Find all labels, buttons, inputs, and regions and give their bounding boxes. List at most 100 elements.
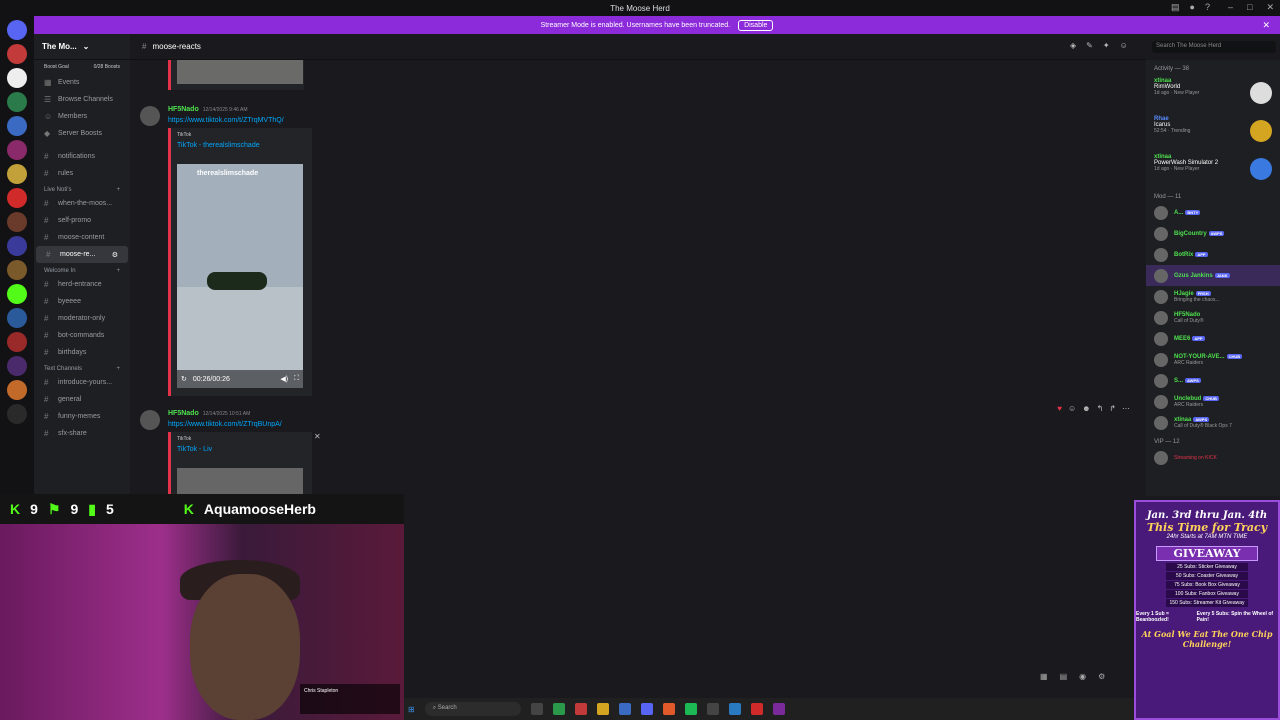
volume-icon[interactable]: ◀): [280, 375, 288, 383]
channel-item[interactable]: # sfx-share: [34, 425, 130, 442]
tray-icon[interactable]: ▤: [1060, 672, 1068, 681]
member-item[interactable]: NOT-YOUR-AVE... CHUB ARC Raiders: [1146, 349, 1280, 370]
gear-icon[interactable]: ⚙: [112, 251, 118, 259]
banner-close-icon[interactable]: ✕: [1262, 20, 1270, 31]
taskbar-app-icon[interactable]: [728, 703, 741, 715]
taskbar-search[interactable]: ⌕ Search: [424, 702, 521, 716]
message-author[interactable]: HF5Nado 12/14/2025 10:51 AM: [168, 410, 250, 417]
add-channel-icon[interactable]: +: [116, 187, 120, 193]
taskbar-app-icon[interactable]: [596, 703, 609, 715]
channel-item[interactable]: # byeeee: [34, 293, 130, 310]
author-name[interactable]: HF5Nado: [168, 410, 199, 417]
channel-notifications[interactable]: # notifications: [34, 148, 130, 165]
add-channel-icon[interactable]: +: [116, 366, 120, 372]
start-icon[interactable]: ⊞: [408, 705, 415, 714]
member-item[interactable]: BigCountry AWPS: [1146, 223, 1280, 244]
server-icon[interactable]: [7, 20, 27, 40]
server-icon[interactable]: [7, 44, 27, 64]
server-icon[interactable]: [7, 116, 27, 136]
member-item[interactable]: xtinaa AWPS Call of Duty® Black Ops 7: [1146, 412, 1280, 433]
message-link[interactable]: https://www.tiktok.com/t/ZTrqMVThQ/: [168, 117, 284, 124]
member-item[interactable]: A... BNTY: [1146, 202, 1280, 223]
channel-item[interactable]: # introduce-yours...: [34, 374, 130, 391]
channel-item[interactable]: # funny-memes: [34, 408, 130, 425]
message-author[interactable]: HF5Nado 12/14/2025 9:46 AM: [168, 106, 248, 113]
server-icon[interactable]: [7, 140, 27, 160]
server-icon[interactable]: [7, 164, 27, 184]
guild-header[interactable]: The Mo... ⌄: [34, 34, 130, 60]
maximize-icon[interactable]: □: [1247, 2, 1252, 13]
embed-image[interactable]: [177, 60, 303, 84]
category-live[interactable]: Live Noti's +: [34, 182, 130, 195]
avatar[interactable]: [140, 410, 160, 430]
taskbar-app-icon[interactable]: [662, 703, 675, 715]
activity-card[interactable]: xtinaa RimWorld 1d ago · New Player: [1146, 74, 1280, 112]
close-icon[interactable]: ✕: [1266, 2, 1274, 13]
taskbar-app-icon[interactable]: [640, 703, 653, 715]
forward-icon[interactable]: ↱: [1109, 404, 1116, 413]
embed-title[interactable]: TikTok - therealslimschade: [171, 138, 312, 153]
activity-card[interactable]: xtinaa PowerWash Simulator 2 1d ago · Ne…: [1146, 150, 1280, 188]
member-item[interactable]: MEE6 APP: [1146, 328, 1280, 349]
channel-item[interactable]: # when-the-moos...: [34, 195, 130, 212]
server-icon[interactable]: [7, 332, 27, 352]
member-item[interactable]: S... AWPS: [1146, 370, 1280, 391]
taskbar-app-icon[interactable]: [530, 703, 543, 715]
member-list-icon[interactable]: ☺: [1120, 41, 1128, 50]
embed-title[interactable]: TikTok - Liv: [171, 442, 312, 457]
message-link[interactable]: https://www.tiktok.com/t/ZTrqBUnpA/: [168, 421, 282, 428]
notification-icon[interactable]: ●: [1190, 2, 1195, 13]
channel-rules[interactable]: # rules: [34, 165, 130, 182]
tray-icon[interactable]: ⚙: [1098, 672, 1105, 681]
tray-icon[interactable]: ◉: [1079, 672, 1086, 681]
channel-members[interactable]: ☺ Members: [34, 108, 130, 125]
taskbar-app-icon[interactable]: [772, 703, 785, 715]
channel-item[interactable]: # moderator-only: [34, 310, 130, 327]
video-player[interactable]: [177, 468, 303, 496]
server-icon[interactable]: [7, 356, 27, 376]
tray-icon[interactable]: ▦: [1040, 672, 1048, 681]
member-item[interactable]: HF5Nado Call of Duty®: [1146, 307, 1280, 328]
taskbar-app-icon[interactable]: [618, 703, 631, 715]
taskbar-app-icon[interactable]: [684, 703, 697, 715]
help-icon[interactable]: ?: [1205, 2, 1210, 13]
category-welcome[interactable]: Welcome In +: [34, 263, 130, 276]
inbox-icon[interactable]: ▤: [1171, 2, 1180, 13]
more-icon[interactable]: ⋯: [1122, 404, 1130, 413]
server-icon[interactable]: [7, 68, 27, 88]
channel-events[interactable]: ▦ Events: [34, 74, 130, 91]
taskbar-app-icon[interactable]: [706, 703, 719, 715]
server-icon[interactable]: [7, 92, 27, 112]
channel-item[interactable]: # general: [34, 391, 130, 408]
avatar[interactable]: [140, 106, 160, 126]
server-icon[interactable]: [7, 308, 27, 328]
threads-icon[interactable]: ◈: [1070, 41, 1076, 50]
channel-item[interactable]: # herd-entrance: [34, 276, 130, 293]
pin-icon[interactable]: ✦: [1103, 41, 1110, 50]
channel-item[interactable]: # birthdays: [34, 344, 130, 361]
server-icon[interactable]: [7, 380, 27, 400]
server-icon[interactable]: [7, 260, 27, 280]
mute-icon[interactable]: ✎: [1086, 41, 1093, 50]
boost-goal[interactable]: Boost Goal 0/28 Boosts: [34, 60, 130, 74]
video-player[interactable]: therealslimschade ↻ 00:26/00:26 ◀) ⛶: [177, 164, 303, 388]
channel-item-active[interactable]: # moose-re... ⚙: [36, 246, 128, 263]
channel-item[interactable]: # moose-content: [34, 229, 130, 246]
member-item[interactable]: HJagie FRSH Bringing the chaos...: [1146, 286, 1280, 307]
server-icon[interactable]: [7, 188, 27, 208]
emoji-reaction-icon[interactable]: ☺: [1068, 404, 1076, 413]
replay-icon[interactable]: ↻: [181, 375, 187, 383]
taskbar-app-icon[interactable]: [750, 703, 763, 715]
server-icon[interactable]: [7, 212, 27, 232]
member-item[interactable]: BotRix APP: [1146, 244, 1280, 265]
fullscreen-icon[interactable]: ⛶: [294, 375, 299, 383]
author-name[interactable]: HF5Nado: [168, 106, 199, 113]
server-icon[interactable]: [7, 404, 27, 424]
taskbar-app-icon[interactable]: [552, 703, 565, 715]
channel-item[interactable]: # bot-commands: [34, 327, 130, 344]
close-embed-icon[interactable]: ✕: [314, 432, 321, 441]
channel-server-boosts[interactable]: ◆ Server Boosts: [34, 125, 130, 142]
member-item[interactable]: Streaming on KICK: [1146, 447, 1280, 468]
chevron-down-icon[interactable]: ⌄: [83, 42, 90, 51]
minimize-icon[interactable]: –: [1228, 2, 1233, 13]
